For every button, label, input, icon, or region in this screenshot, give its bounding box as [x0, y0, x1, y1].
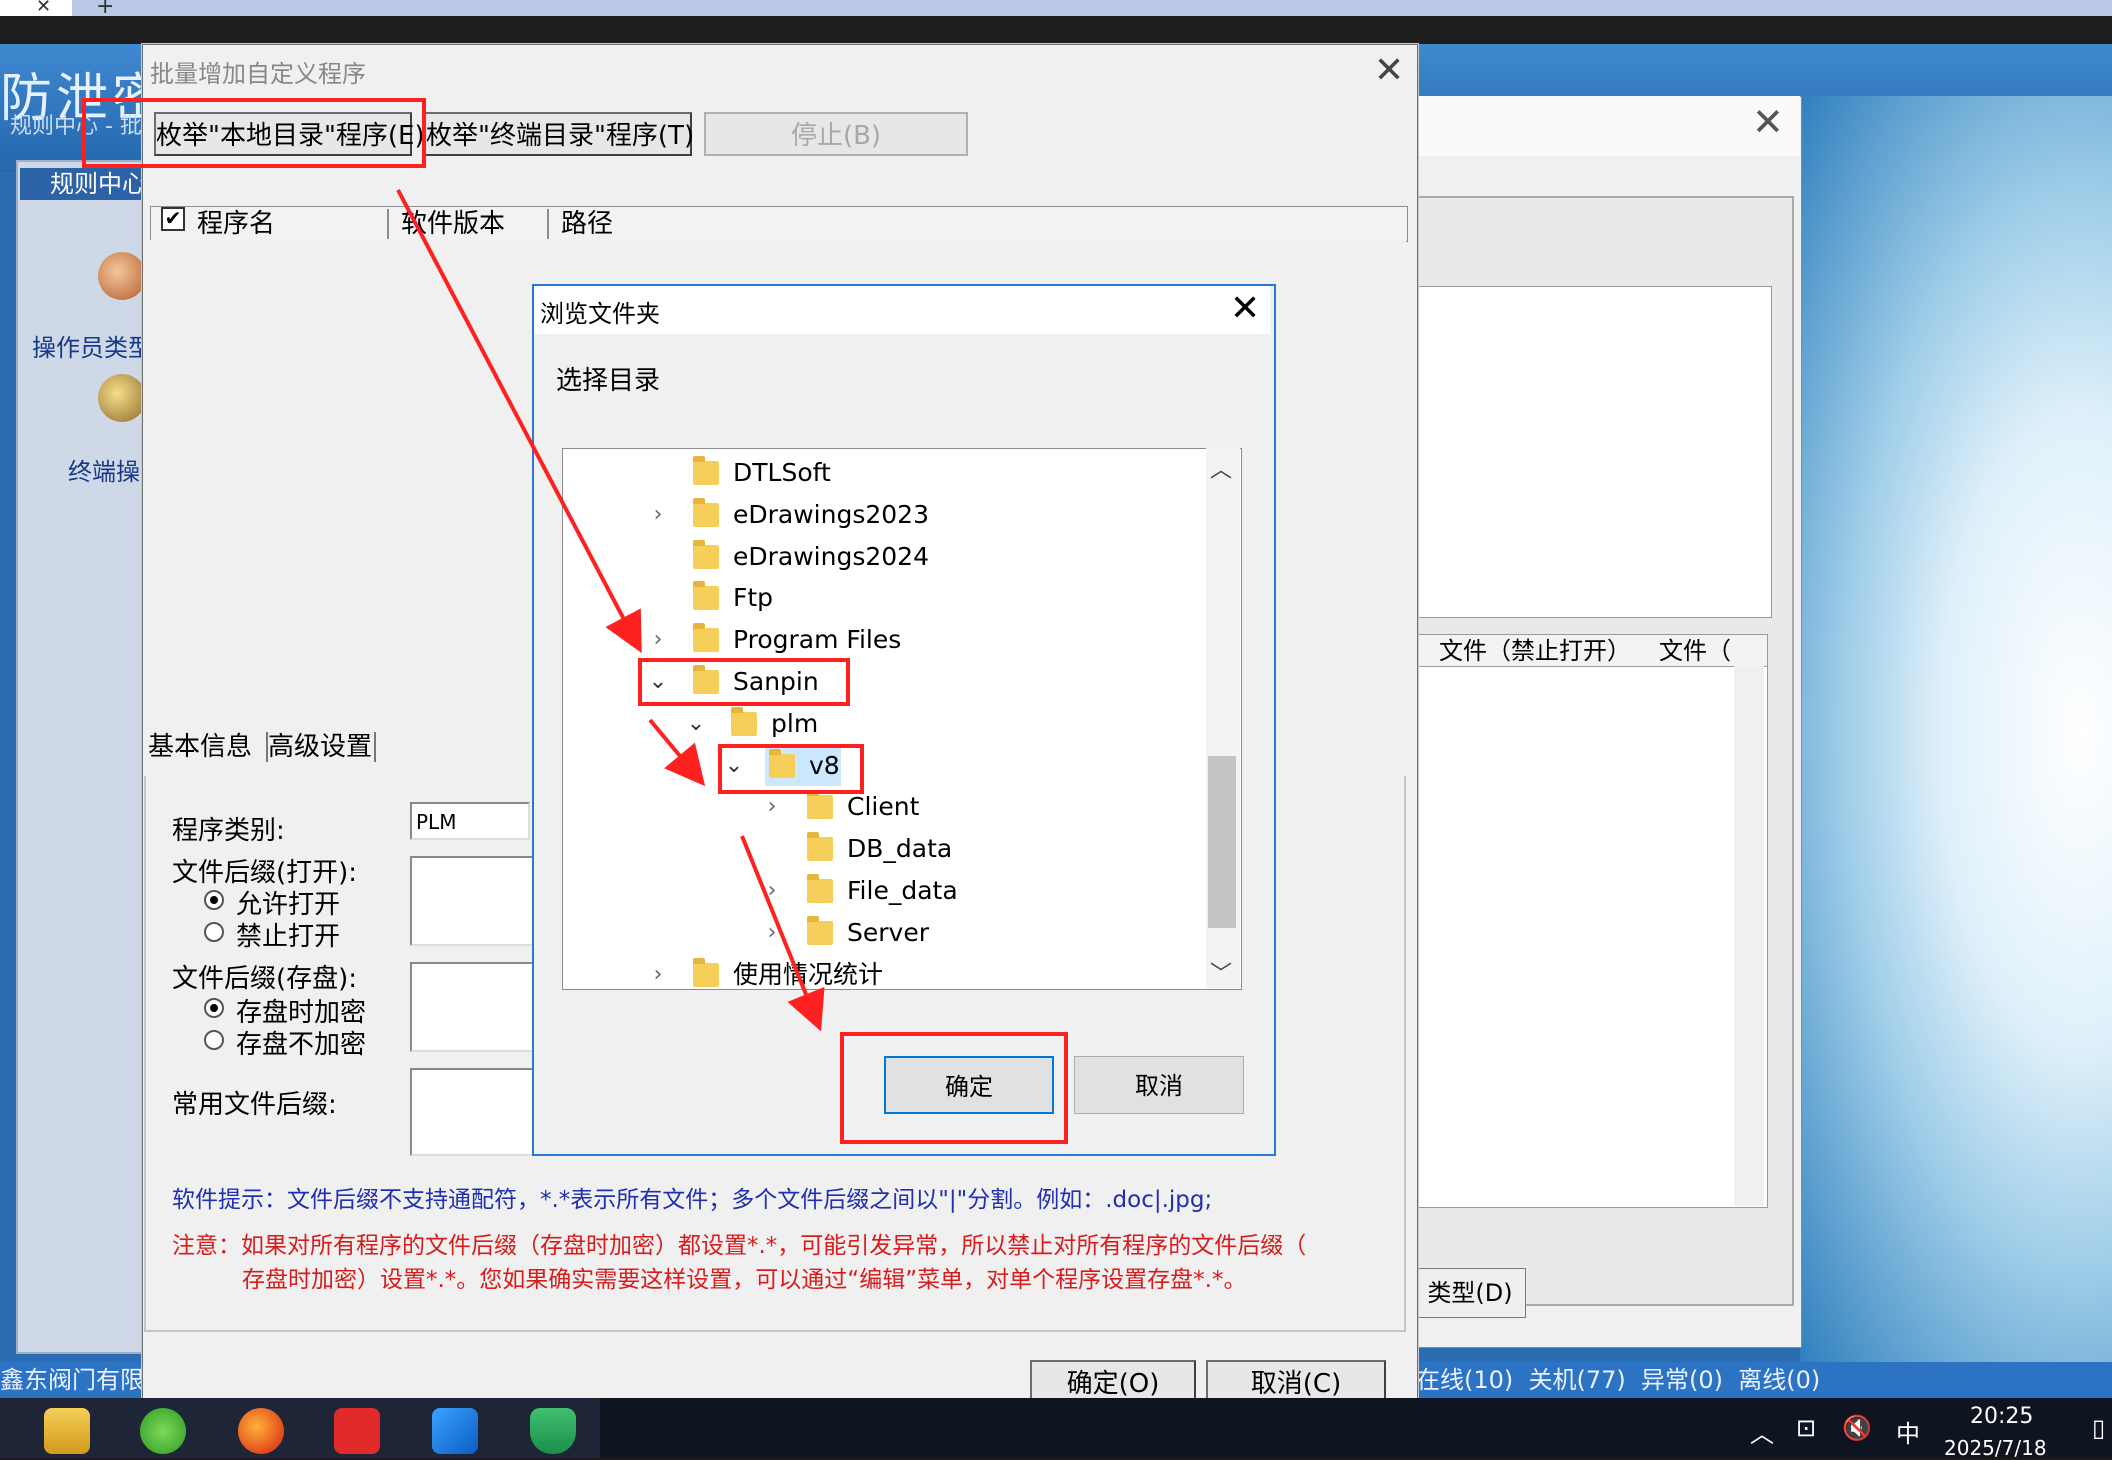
arrow-to-ok — [740, 835, 825, 1032]
annotation-arrows — [396, 189, 825, 1032]
arrow-to-v8 — [648, 718, 706, 787]
arrow-to-sanpin — [396, 189, 642, 654]
